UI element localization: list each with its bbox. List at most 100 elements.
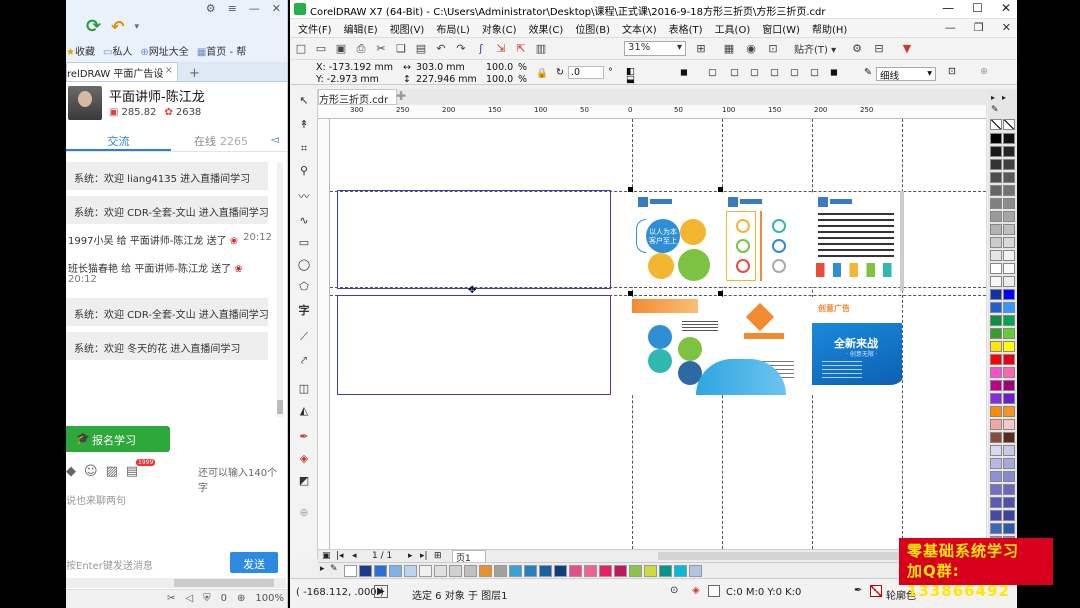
color-swatch[interactable] (990, 159, 1002, 170)
color-swatch[interactable] (1003, 224, 1015, 235)
minimize-icon[interactable]: — (249, 2, 260, 15)
color-swatch[interactable] (990, 289, 1002, 300)
speaker-icon[interactable]: ◅ (271, 133, 279, 146)
color-swatch[interactable] (419, 565, 432, 577)
color-swatch[interactable] (990, 146, 1002, 157)
close-icon[interactable]: ✕ (1002, 21, 1011, 34)
task-icon[interactable]: ▤ (126, 464, 138, 479)
color-swatch[interactable] (1003, 510, 1015, 521)
brochure-panel-3[interactable] (812, 193, 900, 287)
new-tab-button[interactable]: + (184, 66, 205, 81)
color-swatch[interactable] (434, 565, 447, 577)
color-swatch[interactable] (990, 471, 1002, 482)
document-tab[interactable]: 方形三折页.cdr (318, 89, 398, 106)
color-swatch[interactable] (990, 198, 1002, 209)
zoom-icon[interactable]: ⊕ (237, 593, 245, 608)
selection-handle[interactable] (718, 187, 723, 192)
color-swatch[interactable] (990, 133, 1002, 144)
speaker-icon[interactable]: ◁ (185, 593, 193, 608)
undo-icon[interactable]: ↶ (111, 17, 124, 36)
color-swatch[interactable] (1003, 198, 1015, 209)
color-swatch[interactable] (990, 432, 1002, 443)
publish-pdf-icon[interactable]: ▥ (534, 42, 548, 56)
menu-file[interactable]: 文件(F) (298, 21, 332, 36)
new-document-icon[interactable]: □ (294, 42, 308, 56)
front-minus-back-icon[interactable]: ▢ (790, 67, 799, 78)
text-tool-icon[interactable]: 字 (296, 303, 312, 319)
close-icon[interactable]: ✕ (1001, 1, 1011, 15)
color-swatch[interactable] (494, 565, 507, 577)
interactive-fill-icon[interactable]: ◈ (296, 451, 312, 467)
palette-scroll-icon[interactable]: ▸ (991, 93, 995, 102)
minimize-icon[interactable]: — (942, 1, 954, 15)
browser-tab[interactable]: relDRAW 平面广告设 × (66, 62, 178, 81)
pick-tool-icon[interactable]: ↖ (296, 93, 312, 109)
rotation-angle-field[interactable]: .0 (568, 66, 604, 79)
color-swatch[interactable] (990, 276, 1002, 287)
show-guides-icon[interactable]: ⊡ (766, 42, 780, 56)
color-swatch[interactable] (1003, 133, 1015, 144)
shirt-icon[interactable]: ⚙ (206, 2, 216, 15)
color-swatch[interactable] (990, 419, 1002, 430)
color-swatch[interactable] (990, 484, 1002, 495)
fav-item[interactable]: ▦首页 - 帮 (197, 43, 246, 58)
zoom-level-select[interactable]: 31% (624, 41, 686, 56)
transparency-icon[interactable]: ◭ (296, 403, 312, 419)
move-handle-icon[interactable]: ✥ (468, 285, 476, 296)
brochure-panel-6[interactable]: 创意广告 全新来战 · 创意无限 · (812, 297, 902, 395)
color-swatch[interactable] (990, 406, 1002, 417)
color-swatch[interactable] (1003, 393, 1015, 404)
weld-icon[interactable]: ▢ (708, 67, 717, 78)
color-swatch[interactable] (990, 354, 1002, 365)
open-icon[interactable]: ▭ (314, 42, 328, 56)
smart-fill-icon[interactable]: ◩ (296, 473, 312, 489)
color-swatch[interactable] (1003, 367, 1015, 378)
mirror-vertical-icon[interactable]: ⬓ (626, 74, 635, 85)
last-page-icon[interactable]: ▸| (420, 551, 428, 561)
color-swatch[interactable] (464, 565, 477, 577)
color-swatch[interactable] (1003, 419, 1015, 430)
selection-handle[interactable] (628, 291, 633, 296)
parallel-dimension-icon[interactable]: ⟋ (296, 329, 312, 345)
color-swatch[interactable] (1003, 497, 1015, 508)
width-field[interactable]: 303.0 mm (416, 62, 465, 73)
color-swatch[interactable] (990, 211, 1002, 222)
paste-icon[interactable]: ▤ (414, 42, 428, 56)
color-swatch[interactable] (689, 565, 702, 577)
color-swatch[interactable] (1003, 263, 1015, 274)
color-swatch[interactable] (1003, 315, 1015, 326)
prev-page-icon[interactable]: ◂ (352, 551, 357, 561)
color-swatch[interactable] (1003, 341, 1015, 352)
color-swatch[interactable] (990, 341, 1002, 352)
create-boundary-icon[interactable]: ◼ (830, 67, 838, 78)
color-swatch[interactable] (990, 523, 1002, 534)
chat-input[interactable]: 说也来聊两句 (66, 492, 126, 507)
color-swatch[interactable] (1003, 146, 1015, 157)
menu-table[interactable]: 表格(T) (669, 21, 703, 36)
copy-icon[interactable]: ❏ (394, 42, 408, 56)
vertical-ruler[interactable] (318, 119, 330, 549)
send-button[interactable]: 发送 (230, 552, 278, 573)
scrollbar-thumb[interactable] (277, 400, 283, 414)
color-swatch[interactable] (1003, 484, 1015, 495)
outline-swatch[interactable] (870, 585, 882, 597)
outline-width-select[interactable]: 细线 (876, 67, 936, 82)
color-swatch[interactable] (990, 380, 1002, 391)
crop-tool-icon[interactable]: ⌗ (296, 141, 312, 157)
full-screen-icon[interactable]: ⊞ (694, 42, 708, 56)
new-doc-tab-icon[interactable]: ✚ (396, 89, 406, 103)
add-tool-icon[interactable]: ⊕ (296, 505, 312, 521)
fav-item[interactable]: ▭私人 (103, 43, 132, 58)
fav-item[interactable]: ★收藏 (66, 43, 95, 58)
color-swatch[interactable] (1003, 237, 1015, 248)
color-swatch[interactable] (1003, 380, 1015, 391)
empty-frame-bottom[interactable] (337, 295, 611, 395)
close-tab-icon[interactable]: × (165, 65, 173, 76)
color-swatch[interactable] (990, 393, 1002, 404)
color-swatch[interactable] (509, 565, 522, 577)
options-icon[interactable]: ⚙ (850, 42, 864, 56)
refresh-icon[interactable]: ⟳ (86, 16, 101, 37)
menu-help[interactable]: 帮助(H) (812, 21, 847, 36)
no-color-swatch[interactable] (990, 119, 1002, 130)
menu-view[interactable]: 视图(V) (390, 21, 425, 36)
